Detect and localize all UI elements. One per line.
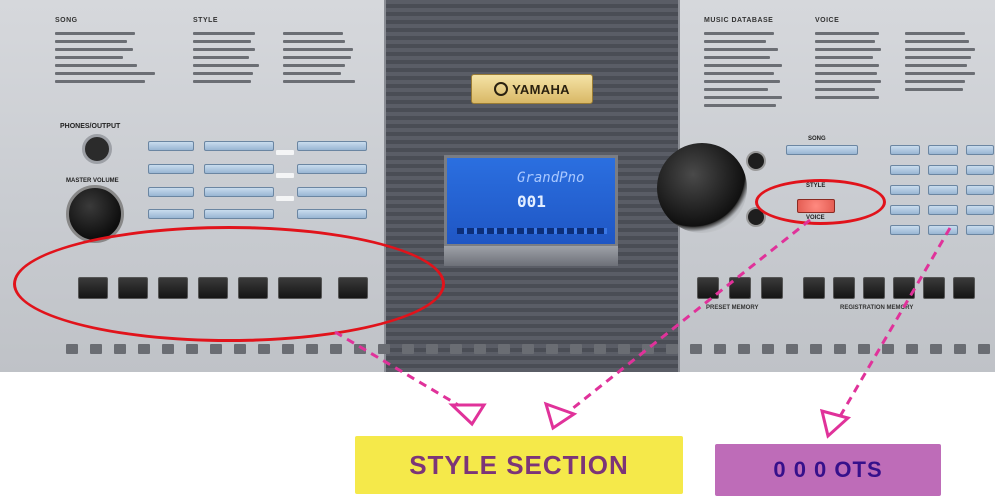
ots-label: 0 0 0 OTS [715, 444, 941, 496]
annotation-arrows [334, 218, 952, 439]
arrow-style-section [334, 330, 471, 414]
arrowhead-icon [819, 408, 852, 439]
arrow-ots [833, 227, 952, 426]
arrowhead-icon [543, 401, 578, 431]
arrow-style-button [557, 218, 811, 422]
arrowhead-icon [448, 403, 487, 427]
style-section-label: STYLE SECTION [355, 436, 683, 494]
